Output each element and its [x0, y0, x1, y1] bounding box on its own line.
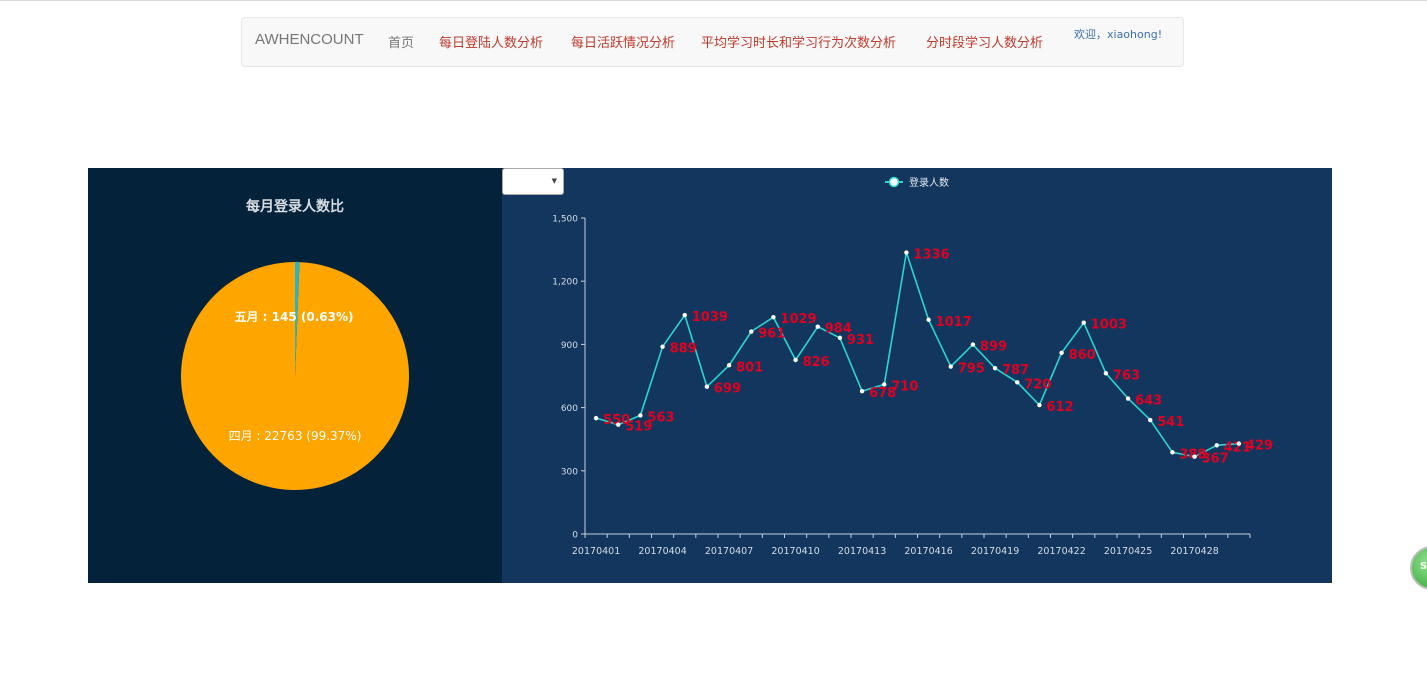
- data-point[interactable]: [1192, 454, 1197, 459]
- legend-marker-icon: [888, 176, 900, 188]
- data-label: 1003: [1091, 318, 1127, 333]
- data-point[interactable]: [704, 384, 710, 389]
- x-tick-label: 20170422: [1037, 546, 1085, 557]
- data-label: 1039: [692, 310, 728, 325]
- data-label: 541: [1157, 415, 1184, 430]
- data-label: 1017: [936, 315, 972, 330]
- x-tick-label: 20170410: [771, 546, 819, 557]
- data-point[interactable]: [992, 366, 998, 371]
- pie-chart: 四月 : 22763 (99.37%) 五月 : 145 (0.63%): [181, 262, 410, 490]
- data-point[interactable]: [638, 413, 643, 418]
- pie-panel: 每月登录人数比 四月 : 22763 (99.37%) 五月 : 145 (0.6…: [88, 168, 502, 583]
- data-point[interactable]: [793, 357, 798, 363]
- data-point[interactable]: [837, 335, 843, 341]
- y-tick-label: 0: [572, 531, 578, 541]
- navbar: AWHENCOUNT 首页 每日登陆人数分析 每日活跃情况分析 平均学习时长和学…: [241, 17, 1184, 67]
- legend[interactable]: 登录人数: [885, 176, 949, 189]
- nav-daily-active[interactable]: 每日活跃情况分析: [571, 32, 675, 51]
- x-tick-label: 20170416: [904, 546, 952, 557]
- data-point[interactable]: [1059, 350, 1064, 356]
- pie-label-may: 五月 : 145 (0.63%): [235, 310, 354, 324]
- data-point[interactable]: [749, 329, 754, 334]
- nav-study-time[interactable]: 平均学习时长和学习行为次数分析: [701, 32, 896, 51]
- data-point[interactable]: [771, 315, 776, 320]
- data-point[interactable]: [593, 415, 599, 421]
- x-tick-label: 20170401: [572, 546, 620, 557]
- data-point[interactable]: [1214, 443, 1219, 448]
- data-point[interactable]: [1015, 380, 1020, 385]
- data-point[interactable]: [660, 344, 665, 349]
- data-label: 787: [1002, 363, 1029, 378]
- x-tick-label: 20170425: [1104, 546, 1152, 557]
- y-tick-label: 300: [561, 467, 578, 477]
- data-point[interactable]: [948, 364, 953, 369]
- data-point[interactable]: [1081, 320, 1086, 325]
- data-point[interactable]: [1103, 371, 1109, 376]
- data-label: 643: [1135, 394, 1162, 409]
- data-point[interactable]: [904, 250, 909, 255]
- data-label: 763: [1113, 368, 1140, 383]
- y-tick-label: 600: [561, 404, 578, 414]
- y-tick-label: 900: [561, 341, 578, 351]
- pie-label-april: 四月 : 22763 (99.37%): [229, 429, 362, 443]
- top-border: [0, 0, 1427, 1]
- data-point[interactable]: [882, 382, 887, 387]
- data-point[interactable]: [1170, 450, 1175, 455]
- data-point[interactable]: [616, 422, 621, 427]
- data-label: 563: [647, 410, 674, 425]
- data-label: 720: [1024, 377, 1051, 392]
- line-chart: 登录人数 0 300 600 900 1,200 1,500 20170401 20170404…: [552, 176, 1273, 557]
- data-label: 889: [670, 342, 697, 357]
- x-tick-label: 20170407: [705, 546, 753, 557]
- data-point[interactable]: [726, 363, 732, 368]
- data-point[interactable]: [970, 342, 976, 347]
- data-label: 1336: [913, 248, 949, 263]
- floating-action-button[interactable]: SI: [1410, 546, 1427, 590]
- data-point[interactable]: [926, 317, 931, 322]
- x-tick-label: 20170404: [638, 546, 686, 557]
- data-label: 826: [803, 355, 830, 370]
- nav-hourly-study[interactable]: 分时段学习人数分析: [926, 32, 1043, 51]
- y-tick-label: 1,200: [552, 278, 578, 288]
- data-label: 699: [714, 382, 741, 397]
- brand[interactable]: AWHENCOUNT: [255, 31, 364, 48]
- x-tick-label: 20170419: [971, 546, 1019, 557]
- data-label: 795: [958, 362, 985, 377]
- data-label: 1029: [780, 312, 816, 327]
- x-tick-label: 20170428: [1170, 546, 1218, 557]
- data-point[interactable]: [815, 324, 820, 329]
- welcome-user[interactable]: 欢迎，xiaohong!: [1074, 26, 1162, 42]
- floating-action-label: SI: [1420, 561, 1427, 572]
- nav-home[interactable]: 首页: [388, 32, 414, 51]
- data-point[interactable]: [1148, 417, 1153, 423]
- y-tick-label: 1,500: [552, 215, 578, 225]
- x-tick-label: 20170413: [838, 546, 886, 557]
- data-label: 931: [847, 333, 874, 348]
- data-label: 899: [980, 340, 1007, 355]
- data-label: 801: [736, 360, 763, 375]
- data-label: 860: [1069, 348, 1096, 363]
- data-point[interactable]: [1125, 396, 1131, 401]
- data-point[interactable]: [1236, 441, 1242, 446]
- data-label: 429: [1246, 439, 1273, 454]
- data-point[interactable]: [682, 312, 687, 318]
- data-point[interactable]: [859, 388, 865, 394]
- data-label: 710: [891, 379, 918, 394]
- line-panel: ▼ 登录人数 0 300 600 900 1,200 1,500 20170401 201704…: [502, 168, 1332, 583]
- data-label: 961: [758, 327, 785, 342]
- data-label: 612: [1046, 400, 1073, 415]
- legend-label: 登录人数: [909, 176, 949, 189]
- data-point[interactable]: [1037, 402, 1042, 408]
- nav-daily-login[interactable]: 每日登陆人数分析: [439, 32, 543, 51]
